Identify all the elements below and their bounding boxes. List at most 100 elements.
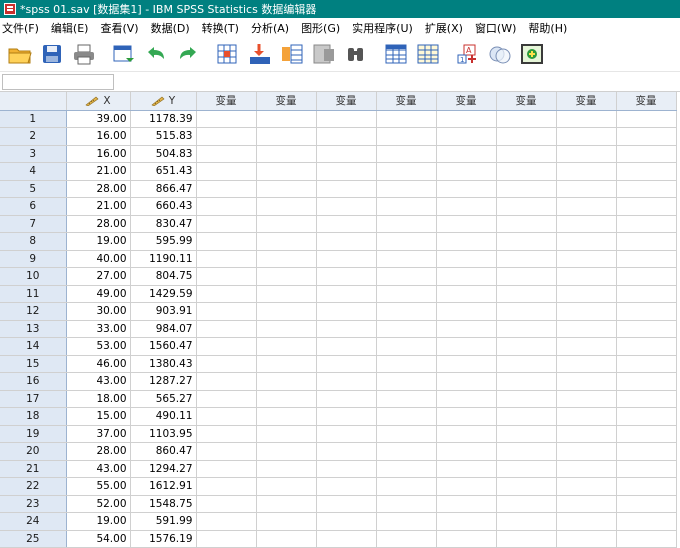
cell-empty[interactable] bbox=[436, 127, 497, 146]
row-number[interactable]: 4 bbox=[0, 162, 67, 181]
cell-empty[interactable] bbox=[256, 127, 317, 146]
cell-empty[interactable] bbox=[496, 512, 557, 531]
cell-empty[interactable] bbox=[616, 197, 677, 216]
cell-empty[interactable] bbox=[196, 197, 257, 216]
cell-empty[interactable] bbox=[496, 425, 557, 443]
row-number[interactable]: 21 bbox=[0, 460, 67, 478]
cell-empty[interactable] bbox=[376, 530, 437, 548]
cell-empty[interactable] bbox=[196, 250, 257, 268]
cell-empty[interactable] bbox=[376, 372, 437, 391]
cell-empty[interactable] bbox=[436, 460, 497, 478]
cell-x[interactable]: 27.00 bbox=[66, 267, 131, 286]
row-number[interactable]: 24 bbox=[0, 512, 67, 531]
print-icon[interactable] bbox=[70, 41, 98, 67]
cell-empty[interactable] bbox=[316, 180, 377, 198]
cell-empty[interactable] bbox=[436, 337, 497, 356]
cell-y[interactable]: 490.11 bbox=[130, 407, 197, 426]
cell-empty[interactable] bbox=[316, 162, 377, 181]
cell-empty[interactable] bbox=[616, 285, 677, 303]
row-number[interactable]: 8 bbox=[0, 232, 67, 251]
cell-y[interactable]: 1287.27 bbox=[130, 372, 197, 391]
cell-empty[interactable] bbox=[196, 495, 257, 513]
cell-x[interactable]: 28.00 bbox=[66, 442, 131, 461]
split-file-icon[interactable]: A1 bbox=[454, 41, 482, 67]
cell-x[interactable]: 46.00 bbox=[66, 355, 131, 373]
row-number[interactable]: 6 bbox=[0, 197, 67, 216]
cell-empty[interactable] bbox=[376, 180, 437, 198]
cell-y[interactable]: 595.99 bbox=[130, 232, 197, 251]
cell-empty[interactable] bbox=[256, 162, 317, 181]
cell-y[interactable]: 591.99 bbox=[130, 512, 197, 531]
cell-empty[interactable] bbox=[316, 337, 377, 356]
cell-x[interactable]: 28.00 bbox=[66, 180, 131, 198]
row-number[interactable]: 15 bbox=[0, 355, 67, 373]
cell-empty[interactable] bbox=[316, 372, 377, 391]
cell-empty[interactable] bbox=[496, 390, 557, 408]
column-header-empty[interactable]: 变量 bbox=[616, 92, 677, 111]
menu-view[interactable]: 查看(V) bbox=[100, 20, 138, 36]
cell-empty[interactable] bbox=[556, 407, 617, 426]
cell-x[interactable]: 18.00 bbox=[66, 390, 131, 408]
cell-x[interactable]: 55.00 bbox=[66, 477, 131, 496]
cell-x[interactable]: 19.00 bbox=[66, 512, 131, 531]
row-number[interactable]: 3 bbox=[0, 145, 67, 163]
cell-x[interactable]: 43.00 bbox=[66, 460, 131, 478]
cell-empty[interactable] bbox=[616, 407, 677, 426]
cell-empty[interactable] bbox=[556, 250, 617, 268]
cell-empty[interactable] bbox=[436, 355, 497, 373]
variables-icon[interactable] bbox=[278, 41, 306, 67]
cell-y[interactable]: 504.83 bbox=[130, 145, 197, 163]
cell-x[interactable]: 19.00 bbox=[66, 232, 131, 251]
cell-empty[interactable] bbox=[196, 302, 257, 321]
cell-x[interactable]: 39.00 bbox=[66, 110, 131, 128]
cell-empty[interactable] bbox=[376, 127, 437, 146]
cell-empty[interactable] bbox=[616, 250, 677, 268]
cell-empty[interactable] bbox=[376, 267, 437, 286]
cell-empty[interactable] bbox=[436, 267, 497, 286]
cell-empty[interactable] bbox=[256, 477, 317, 496]
cell-empty[interactable] bbox=[616, 495, 677, 513]
cell-x[interactable]: 30.00 bbox=[66, 302, 131, 321]
cell-empty[interactable] bbox=[496, 232, 557, 251]
cell-empty[interactable] bbox=[436, 302, 497, 321]
cell-x[interactable]: 43.00 bbox=[66, 372, 131, 391]
cell-empty[interactable] bbox=[196, 337, 257, 356]
cell-empty[interactable] bbox=[556, 320, 617, 338]
cell-empty[interactable] bbox=[496, 145, 557, 163]
cell-y[interactable]: 1190.11 bbox=[130, 250, 197, 268]
cell-empty[interactable] bbox=[556, 530, 617, 548]
cell-empty[interactable] bbox=[316, 285, 377, 303]
cell-y[interactable]: 1103.95 bbox=[130, 425, 197, 443]
menu-utilities[interactable]: 实用程序(U) bbox=[352, 20, 413, 36]
cell-empty[interactable] bbox=[496, 407, 557, 426]
row-number[interactable]: 17 bbox=[0, 390, 67, 408]
cell-empty[interactable] bbox=[316, 530, 377, 548]
cell-empty[interactable] bbox=[196, 477, 257, 496]
row-number[interactable]: 9 bbox=[0, 250, 67, 268]
cell-empty[interactable] bbox=[256, 425, 317, 443]
cell-empty[interactable] bbox=[616, 390, 677, 408]
cell-empty[interactable] bbox=[436, 110, 497, 128]
cell-empty[interactable] bbox=[376, 302, 437, 321]
cell-y[interactable]: 1178.39 bbox=[130, 110, 197, 128]
cell-empty[interactable] bbox=[316, 390, 377, 408]
cell-empty[interactable] bbox=[196, 232, 257, 251]
cell-empty[interactable] bbox=[556, 512, 617, 531]
cell-empty[interactable] bbox=[316, 512, 377, 531]
cell-empty[interactable] bbox=[436, 477, 497, 496]
cell-empty[interactable] bbox=[196, 372, 257, 391]
cell-empty[interactable] bbox=[556, 232, 617, 251]
cell-empty[interactable] bbox=[556, 110, 617, 128]
row-number[interactable]: 7 bbox=[0, 215, 67, 233]
cell-empty[interactable] bbox=[616, 232, 677, 251]
cell-empty[interactable] bbox=[256, 232, 317, 251]
menu-window[interactable]: 窗口(W) bbox=[475, 20, 516, 36]
dialog-recall-icon[interactable] bbox=[110, 41, 138, 67]
row-number[interactable]: 25 bbox=[0, 530, 67, 548]
row-number[interactable]: 2 bbox=[0, 127, 67, 146]
cell-empty[interactable] bbox=[316, 355, 377, 373]
cell-empty[interactable] bbox=[316, 197, 377, 216]
cell-empty[interactable] bbox=[436, 320, 497, 338]
undo-icon[interactable] bbox=[142, 41, 170, 67]
menu-extensions[interactable]: 扩展(X) bbox=[425, 20, 463, 36]
